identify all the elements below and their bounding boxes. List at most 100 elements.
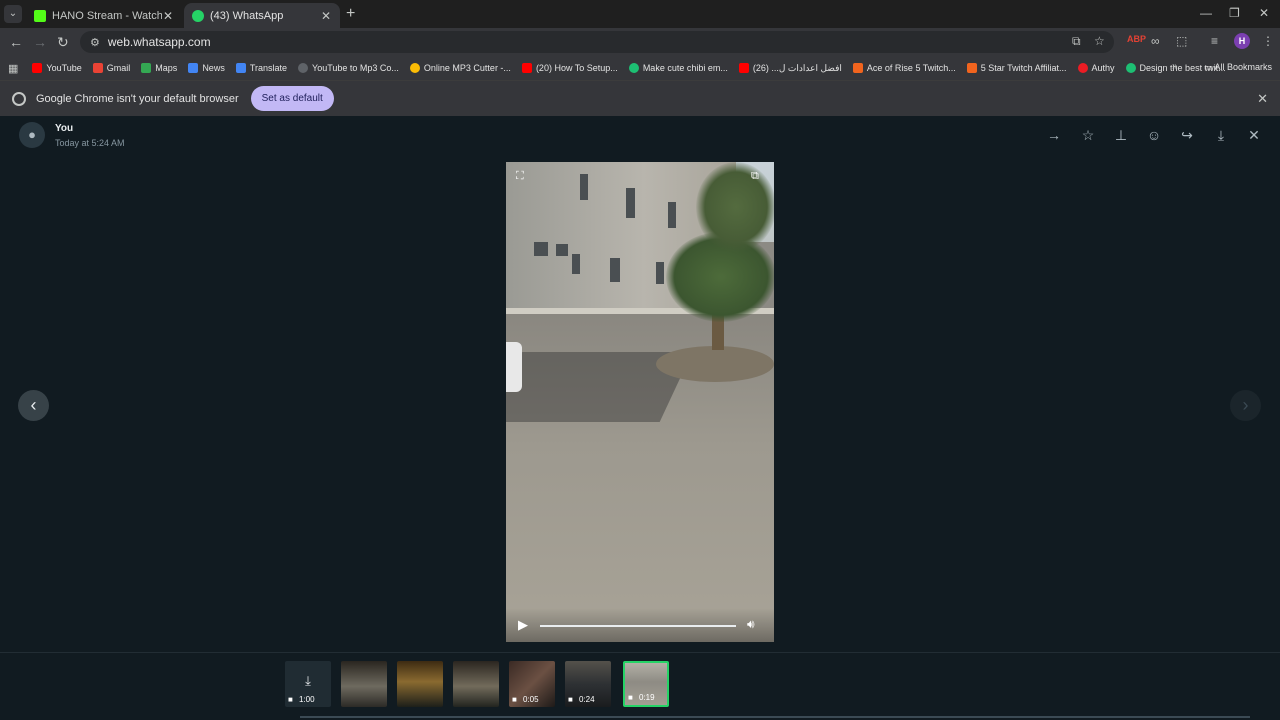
arrow-right-icon[interactable]: → [1045, 127, 1063, 143]
bookmark-item[interactable]: Online MP3 Cutter -... [409, 63, 511, 73]
bookmark-label: Online MP3 Cutter -... [423, 63, 511, 73]
close-tab-icon[interactable]: ✕ [162, 9, 174, 23]
bookmark-item[interactable]: YouTube to Mp3 Co... [298, 63, 399, 73]
youtube-icon [521, 63, 532, 73]
bookmark-label: Gmail [106, 63, 131, 73]
profile-avatar[interactable]: H [1234, 33, 1250, 49]
picture-in-picture-icon[interactable]: ⧉ [751, 170, 759, 183]
minimize-icon[interactable]: — [1200, 6, 1212, 20]
news-icon [188, 63, 199, 73]
avatar[interactable]: ● [19, 122, 45, 148]
bookmark-item[interactable]: Make cute chibi em... [628, 63, 728, 73]
infobar-close-icon[interactable]: ✕ [1257, 91, 1268, 107]
bookmark-label: News [202, 63, 225, 73]
new-tab-icon[interactable]: + [346, 5, 355, 23]
reload-icon[interactable]: ↻ [57, 34, 69, 51]
tab-whatsapp[interactable]: (43) WhatsApp ✕ [184, 3, 340, 28]
apps-grid-icon[interactable]: ▦ [8, 62, 18, 75]
bookmark-item[interactable]: Ace of Rise 5 Twitch... [852, 63, 956, 73]
extension-icon[interactable]: ∞ [1151, 34, 1160, 48]
download-icon[interactable]: ⤓ [1212, 127, 1230, 144]
gmail-icon [92, 63, 103, 73]
globe-icon [298, 63, 309, 73]
media-thumbnail[interactable] [397, 661, 443, 707]
adblock-icon[interactable]: ABP [1127, 34, 1146, 44]
forward-nav-icon[interactable]: → [33, 34, 47, 50]
fullscreen-icon[interactable]: ⛶ [516, 170, 524, 183]
whatsapp-favicon-icon [192, 9, 204, 22]
forward-icon[interactable]: ↪ [1178, 127, 1196, 144]
video-window [626, 188, 635, 218]
video-camera-icon: ■ [288, 695, 293, 704]
media-thumbnail-strip: ⤓ ■ 1:00 ■ 0:05 ■ 0:24 ■ 0:19 [0, 652, 1280, 720]
toolbar: ← → ↻ ⚙ web.whatsapp.com ⧉ ☆ ABP ∞ ⬚ ≡ H… [0, 28, 1280, 56]
seek-bar[interactable] [540, 625, 736, 627]
video-player[interactable]: ⛶ ⧉ ▶ 🔊︎ [506, 162, 774, 642]
media-thumbnail-selected[interactable]: ■ 0:19 [623, 661, 669, 707]
bookmark-label: افضل اعدادات ل... (26) [752, 62, 842, 73]
folder-icon: ▭ [1204, 62, 1215, 72]
media-thumbnail[interactable] [453, 661, 499, 707]
bookmark-label: (20) How To Setup... [535, 63, 618, 73]
video-palm [696, 162, 774, 252]
chrome-logo-icon [12, 91, 26, 106]
tab-bar: ⌄ HANO Stream - Watch Live on ✕ (43) Wha… [0, 0, 1280, 28]
tab-hano-stream[interactable]: HANO Stream - Watch Live on ✕ [26, 3, 182, 28]
star-icon[interactable]: ☆ [1079, 127, 1097, 144]
close-icon[interactable]: ✕ [1245, 127, 1263, 144]
fiverr-icon [1125, 63, 1136, 73]
all-bookmarks[interactable]: ▭ All Bookmarks [1204, 62, 1272, 73]
bookmark-item[interactable]: (20) How To Setup... [521, 63, 618, 73]
sender-name: You [55, 123, 74, 134]
pin-icon[interactable]: ⊥ [1112, 127, 1130, 144]
media-thumbnail[interactable] [341, 661, 387, 707]
mp3-cutter-icon [409, 63, 420, 73]
video-car [506, 342, 522, 392]
bookmark-item[interactable]: 5 Star Twitch Affiliat... [966, 63, 1067, 73]
restore-icon[interactable]: ❐ [1229, 6, 1240, 20]
maps-icon [141, 63, 152, 73]
previous-media-button[interactable]: ‹ [18, 390, 49, 421]
bookmark-item[interactable]: YouTube [32, 63, 82, 73]
media-controls-icon[interactable]: ≡ [1211, 34, 1218, 48]
site-info-icon[interactable]: ⚙ [90, 36, 100, 49]
bookmark-item[interactable]: Authy [1077, 63, 1115, 73]
bookmark-item[interactable]: افضل اعدادات ل... (26) [738, 62, 842, 74]
install-app-icon[interactable]: ⧉ [1072, 34, 1081, 49]
emoji-icon[interactable]: ☺ [1145, 127, 1163, 143]
all-bookmarks-label: All Bookmarks [1214, 62, 1273, 72]
browser-chrome: ⌄ HANO Stream - Watch Live on ✕ (43) Wha… [0, 0, 1280, 116]
media-thumbnail[interactable]: ■ 0:05 [509, 661, 555, 707]
video-window [656, 262, 664, 284]
close-tab-icon[interactable]: ✕ [320, 9, 332, 23]
bookmark-star-icon[interactable]: ☆ [1094, 34, 1105, 48]
next-media-button[interactable]: › [1230, 390, 1261, 421]
youtube-icon [32, 63, 43, 73]
thumbnail-duration: 0:24 [579, 695, 595, 704]
tab-title: HANO Stream - Watch Live on [52, 9, 162, 22]
back-icon[interactable]: ← [9, 34, 23, 50]
bookmark-item[interactable]: Maps [141, 63, 177, 73]
etsy-icon [966, 63, 977, 73]
message-timestamp: Today at 5:24 AM [55, 138, 125, 148]
video-window [668, 202, 676, 228]
bookmark-item[interactable]: News [188, 63, 225, 73]
bookmark-item[interactable]: Translate [235, 63, 287, 73]
puzzle-extensions-icon[interactable]: ⬚ [1176, 34, 1187, 48]
play-icon[interactable]: ▶ [518, 617, 528, 633]
menu-icon[interactable]: ⋮ [1262, 34, 1274, 48]
bookmark-label: Ace of Rise 5 Twitch... [866, 63, 956, 73]
thumbnail-scrollbar[interactable] [300, 716, 1250, 718]
bookmark-label: Maps [155, 63, 178, 73]
more-bookmarks-icon[interactable]: » [1172, 61, 1178, 72]
media-thumbnail[interactable]: ⤓ ■ 1:00 [285, 661, 331, 707]
address-bar[interactable]: ⚙ web.whatsapp.com [80, 31, 1114, 53]
media-thumbnail[interactable]: ■ 0:24 [565, 661, 611, 707]
video-window [572, 254, 580, 274]
bookmark-item[interactable]: Gmail [92, 63, 131, 73]
set-as-default-button[interactable]: Set as default [250, 86, 334, 111]
tab-search-icon[interactable]: ⌄ [4, 5, 22, 23]
volume-icon[interactable]: 🔊︎ [747, 617, 755, 632]
bookmark-label: Make cute chibi em... [642, 63, 728, 73]
window-close-icon[interactable]: ✕ [1259, 6, 1269, 20]
